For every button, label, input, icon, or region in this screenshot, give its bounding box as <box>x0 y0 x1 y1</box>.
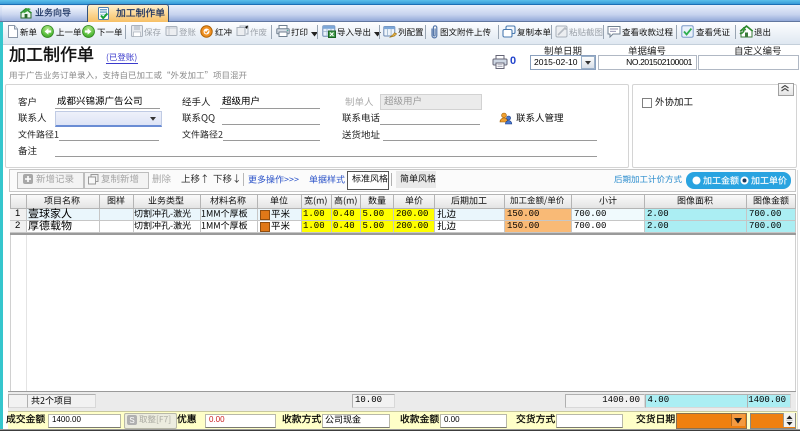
svg-text:S: S <box>129 416 134 425</box>
